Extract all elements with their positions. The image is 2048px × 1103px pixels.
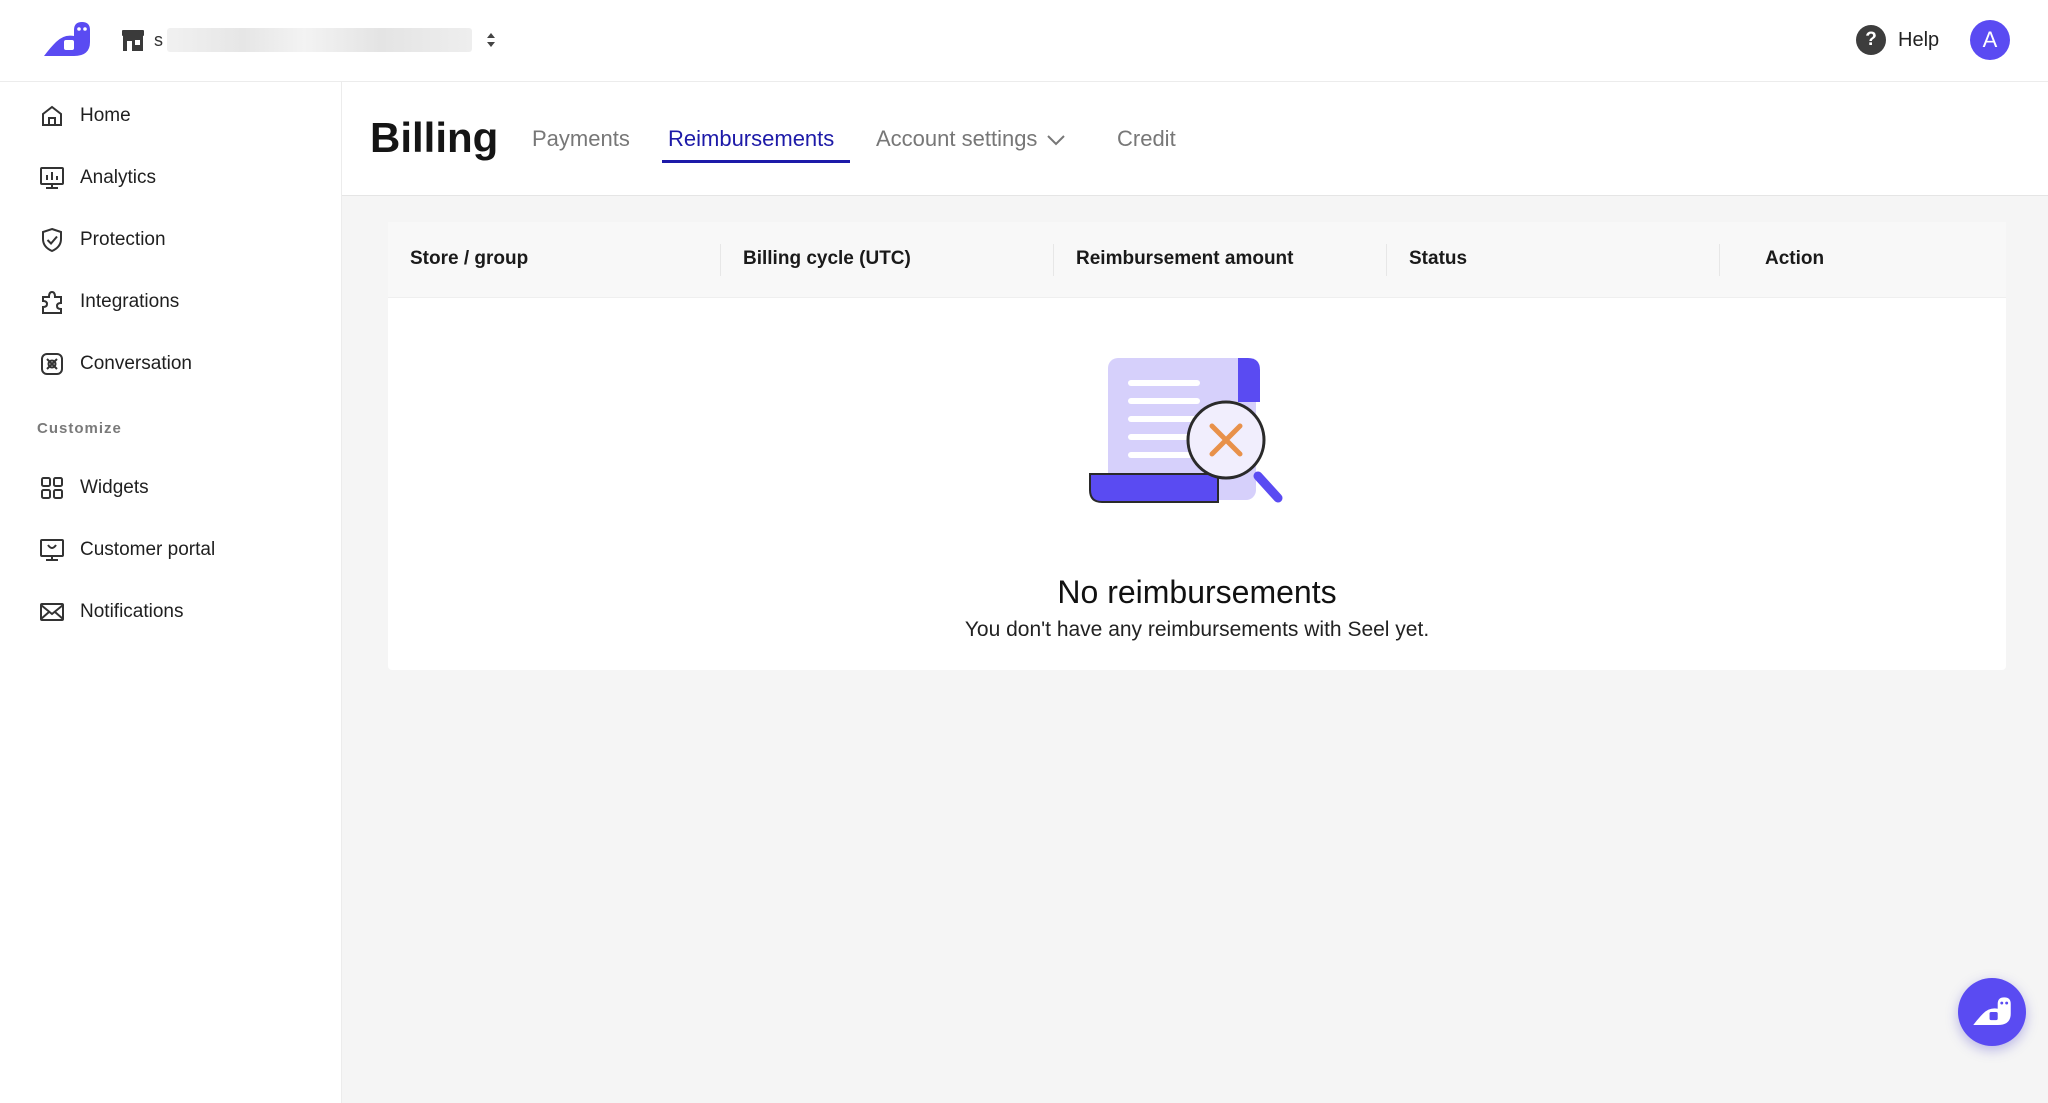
empty-state-subtitle: You don't have any reimbursements with S… (964, 618, 1430, 641)
sidebar-item-label: Conversation (80, 353, 192, 374)
sort-caret-icon (487, 33, 495, 47)
sidebar-item-label: Customer portal (80, 539, 216, 560)
help-icon: ? (1856, 25, 1886, 55)
section-label-customize: Customize (37, 420, 122, 437)
active-tab-indicator (662, 160, 850, 163)
sidebar-item-widgets[interactable]: Widgets (38, 468, 149, 508)
sidebar-item-notifications[interactable]: Notifications (38, 592, 184, 632)
reimbursements-table: Store / group Billing cycle (UTC) Reimbu… (388, 222, 2006, 670)
sidebar-item-label: Notifications (80, 601, 184, 622)
column-divider (1386, 244, 1387, 276)
analytics-icon (40, 167, 64, 189)
page-header: Billing Payments Reimbursements Account … (342, 82, 2048, 196)
empty-state-title: No reimbursements (1057, 574, 1337, 610)
seel-chat-icon (1973, 997, 2011, 1026)
avatar[interactable]: A (1970, 20, 2010, 60)
column-divider (720, 244, 721, 276)
column-header-status: Status (1409, 248, 1468, 269)
conversation-icon (41, 353, 63, 375)
sidebar-item-label: Home (80, 105, 131, 126)
store-switcher[interactable]: s (120, 24, 498, 56)
chevron-down-icon (1047, 135, 1066, 146)
sidebar-item-label: Integrations (80, 291, 180, 312)
sidebar-item-conversation[interactable]: Conversation (38, 344, 192, 384)
sidebar-item-home[interactable]: Home (38, 96, 131, 136)
tab-account-settings[interactable]: Account settings (876, 126, 1067, 152)
column-divider (1719, 244, 1720, 276)
sidebar-item-protection[interactable]: Protection (38, 220, 166, 260)
help-label: Help (1898, 28, 1940, 51)
sidebar-item-customer-portal[interactable]: Customer portal (38, 530, 215, 570)
monitor-icon (40, 539, 64, 561)
grid-icon (41, 477, 63, 499)
help-link[interactable]: ? Help (1856, 22, 1939, 58)
tab-payments[interactable]: Payments (532, 126, 630, 152)
home-icon (42, 105, 62, 126)
chat-launcher-button[interactable] (1958, 978, 2026, 1046)
sidebar-item-integrations[interactable]: Integrations (38, 282, 179, 322)
sidebar: Home Analytics Protection Integrations C… (0, 82, 342, 1103)
store-name: s (154, 29, 163, 50)
column-header-store-group: Store / group (410, 248, 529, 269)
tab-account-settings-label: Account settings (876, 126, 1038, 151)
column-header-reimbursement-amount: Reimbursement amount (1076, 248, 1294, 269)
column-divider (1053, 244, 1054, 276)
column-header-action: Action (1765, 248, 1825, 269)
sidebar-item-label: Protection (80, 229, 166, 250)
envelope-icon (40, 603, 64, 621)
column-header-billing-cycle: Billing cycle (UTC) (743, 248, 911, 269)
tab-credit[interactable]: Credit (1117, 126, 1176, 152)
seel-logo-icon[interactable] (40, 20, 94, 60)
empty-document-search-icon (1089, 358, 1283, 503)
puzzle-icon (42, 290, 62, 314)
tab-reimbursements[interactable]: Reimbursements (668, 126, 834, 152)
shield-check-icon (42, 227, 62, 253)
sidebar-item-label: Widgets (80, 477, 149, 498)
top-bar: s ? Help A (0, 0, 2048, 82)
sidebar-item-label: Analytics (80, 167, 157, 188)
sidebar-item-analytics[interactable]: Analytics (38, 158, 156, 198)
page-title: Billing (370, 114, 499, 161)
store-icon (122, 30, 144, 51)
main-content: Billing Payments Reimbursements Account … (342, 82, 2048, 1103)
store-name-redacted (167, 28, 472, 52)
table-header: Store / group Billing cycle (UTC) Reimbu… (388, 222, 2006, 298)
